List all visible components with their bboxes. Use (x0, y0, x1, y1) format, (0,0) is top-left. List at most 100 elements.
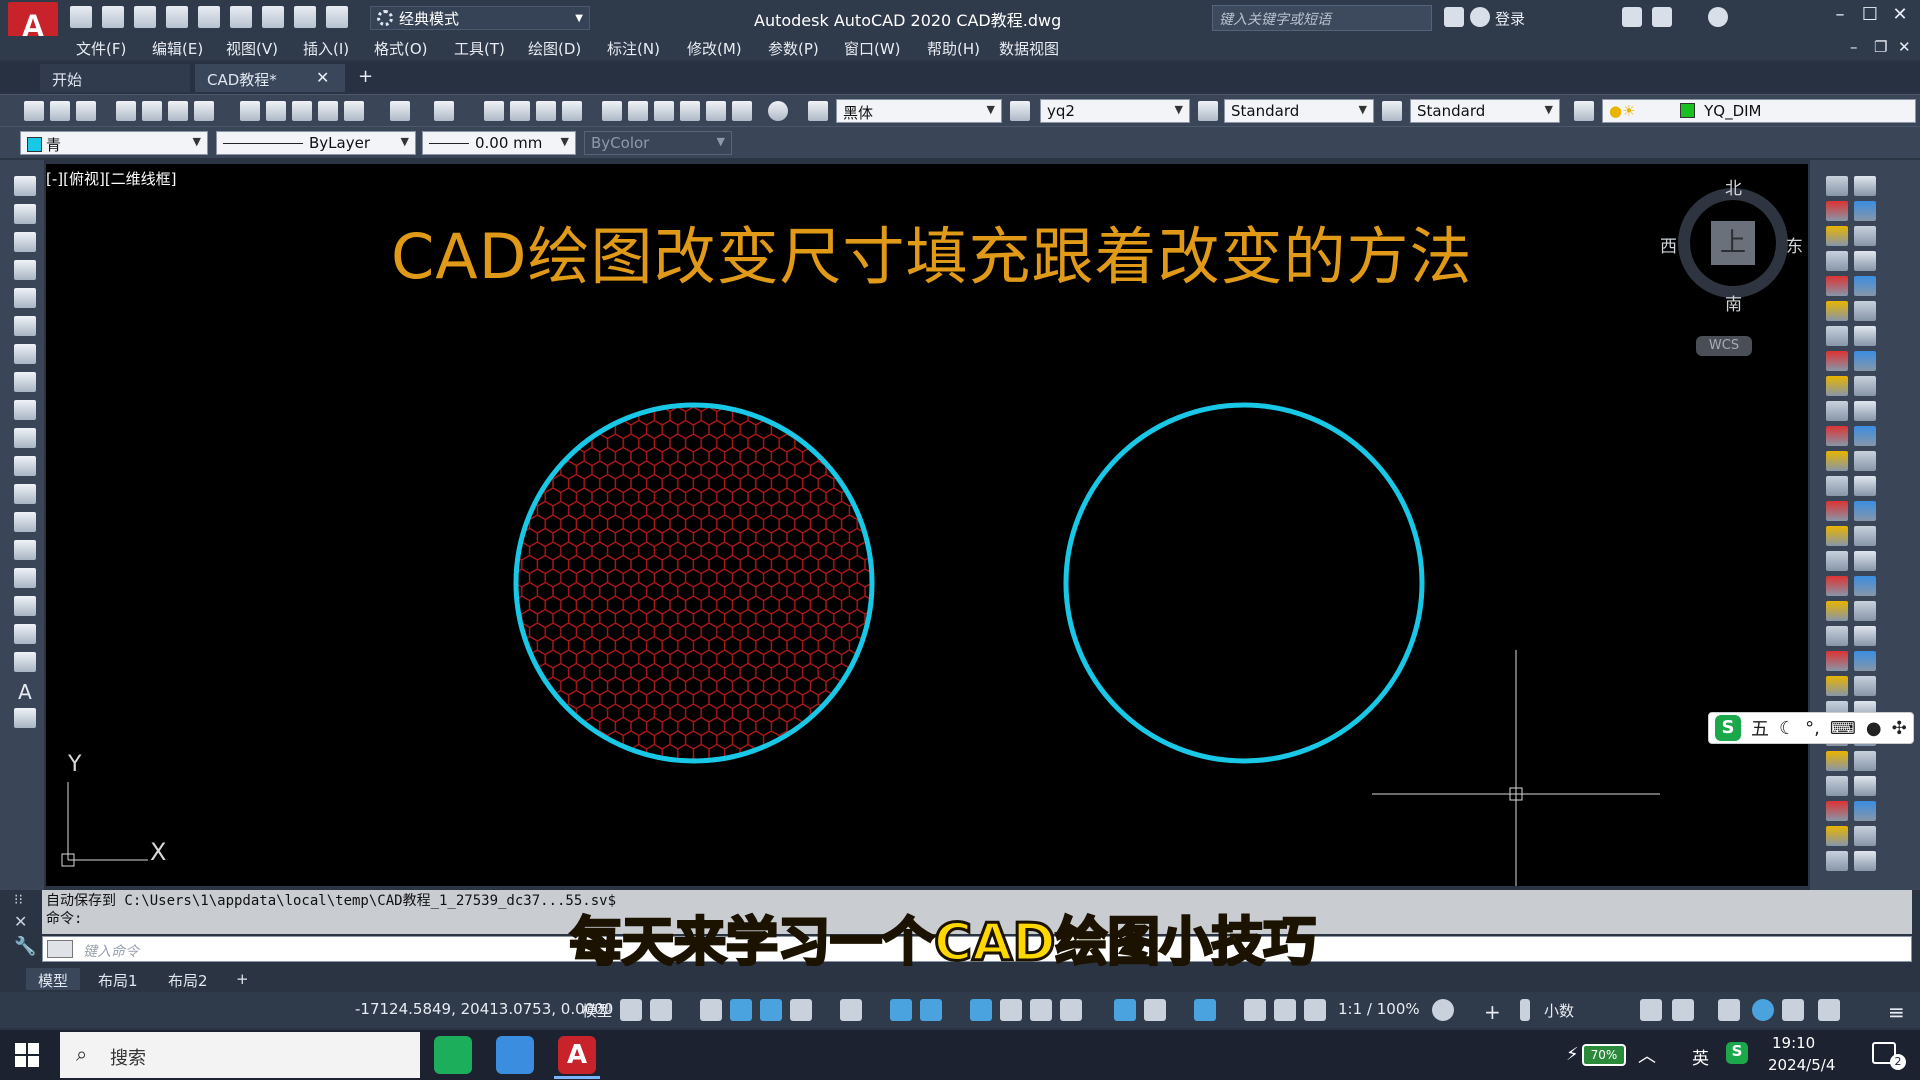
chamfer-icon[interactable] (1854, 326, 1876, 346)
cut-icon[interactable] (240, 101, 260, 121)
edit-polyline-icon[interactable] (1854, 376, 1876, 396)
coordinates-display[interactable]: -17124.5849, 20413.0753, 0.0000 (355, 1000, 613, 1018)
selection-filter-icon[interactable] (1144, 999, 1166, 1021)
auto-scale-icon[interactable] (1274, 999, 1296, 1021)
add-selected-icon[interactable] (14, 708, 36, 728)
tab-layout1[interactable]: 布局1 (86, 968, 150, 990)
compass-east[interactable]: 东 (1786, 232, 1803, 257)
blend-icon[interactable] (1854, 351, 1876, 371)
section-icon[interactable] (1826, 776, 1848, 796)
region-icon[interactable] (14, 624, 36, 644)
transparency-icon[interactable] (1000, 999, 1022, 1021)
plot-preview-icon[interactable] (230, 6, 252, 28)
ime-toolbar[interactable]: S 五 ☾ °, ⌨ ● ✣ (1708, 712, 1914, 744)
light-icon[interactable] (1826, 826, 1848, 846)
save-icon[interactable] (134, 6, 156, 28)
area-icon[interactable] (1854, 601, 1876, 621)
lock-ui-icon[interactable] (1672, 999, 1694, 1021)
model-space-toggle[interactable]: 模型 (582, 1000, 612, 1021)
close-icon[interactable]: ✕ (316, 68, 329, 87)
menu-parametric[interactable]: 参数(P) (768, 38, 819, 59)
loft-icon[interactable] (1826, 751, 1848, 771)
region-icon[interactable] (1854, 651, 1876, 671)
drawing-canvas[interactable]: [-][俯视][二维线框] CAD绘图改变尺寸填充跟着改变的方法 Y X 上 北… (46, 164, 1808, 886)
mirror-icon[interactable] (1826, 201, 1848, 221)
ellipse-icon[interactable] (14, 428, 36, 448)
sheet-set-icon[interactable] (680, 101, 700, 121)
distance-icon[interactable] (1826, 651, 1848, 671)
menu-window[interactable]: 窗口(W) (844, 38, 901, 59)
layer-icon[interactable] (1826, 451, 1848, 471)
zoom-previous-icon[interactable] (562, 101, 582, 121)
punctuation-icon[interactable]: °, (1805, 718, 1820, 739)
new-file-icon[interactable] (70, 6, 92, 28)
copy-icon[interactable] (1854, 176, 1876, 196)
audit-icon[interactable] (1854, 476, 1876, 496)
edit-hatch-icon[interactable] (1854, 401, 1876, 421)
menu-file[interactable]: 文件(F) (76, 38, 126, 59)
hatch-icon[interactable] (14, 568, 36, 588)
help-icon[interactable] (768, 101, 788, 121)
selection-cycling-icon[interactable] (1030, 999, 1052, 1021)
viewcube-top-face[interactable]: 上 (1711, 221, 1755, 265)
quick-select-icon[interactable] (1854, 576, 1876, 596)
tool-palettes-icon[interactable] (654, 101, 674, 121)
apps-icon[interactable]: ✣ (1892, 718, 1907, 739)
polyline-icon[interactable] (14, 232, 36, 252)
menu-data-view[interactable]: 数据视图 (999, 38, 1059, 59)
chevron-up-icon[interactable]: ︿ (1638, 1042, 1656, 1068)
annotation-scale-select[interactable]: 1:1 / 100% (1338, 1000, 1420, 1018)
scale-icon[interactable] (1854, 251, 1876, 271)
menu-insert[interactable]: 插入(I) (303, 38, 349, 59)
menu-format[interactable]: 格式(O) (374, 38, 428, 59)
color-select[interactable]: 青 ▼ (20, 131, 208, 155)
compass-north[interactable]: 北 (1725, 174, 1742, 199)
menu-view[interactable]: 视图(V) (226, 38, 278, 59)
markup-icon[interactable] (706, 101, 726, 121)
arc-icon[interactable] (14, 316, 36, 336)
walk-icon[interactable] (1854, 851, 1876, 871)
light-bulb-icon[interactable]: ●☀ (1609, 102, 1636, 120)
cart-icon[interactable] (1622, 7, 1642, 27)
doc-minimize-button[interactable]: – (1850, 38, 1858, 56)
slice-icon[interactable] (1854, 751, 1876, 771)
stretch-icon[interactable] (1826, 276, 1848, 296)
add-tab-button[interactable]: + (358, 66, 373, 87)
table-style-icon[interactable] (1198, 101, 1218, 121)
dynamic-ucs-icon[interactable] (1114, 999, 1136, 1021)
preview-icon[interactable] (142, 101, 162, 121)
publish-icon[interactable] (198, 6, 220, 28)
ime-mode[interactable]: 五 (1751, 715, 1769, 741)
purge-icon[interactable] (1826, 476, 1848, 496)
multiline-text-icon[interactable]: A (14, 680, 36, 704)
command-grip-icon[interactable]: ⁝⁝ (14, 892, 23, 908)
battery-indicator[interactable]: 70% (1582, 1044, 1626, 1066)
autocad-app-icon[interactable]: A (558, 1036, 596, 1074)
zoom-window-icon[interactable] (536, 101, 556, 121)
layer-select[interactable]: ●☀ YQ_DIM (1602, 99, 1916, 123)
close-icon[interactable]: ✕ (14, 912, 27, 931)
print-icon[interactable] (262, 6, 284, 28)
infer-constraints-icon[interactable] (700, 999, 722, 1021)
break-icon[interactable] (1854, 301, 1876, 321)
subtract-icon[interactable] (1854, 676, 1876, 696)
table-icon[interactable] (1826, 576, 1848, 596)
make-block-icon[interactable] (14, 512, 36, 532)
polar-icon[interactable] (790, 999, 812, 1021)
array-icon[interactable] (1826, 226, 1848, 246)
menu-tools[interactable]: 工具(T) (454, 38, 505, 59)
menu-help[interactable]: 帮助(H) (927, 38, 980, 59)
edit-spline-icon[interactable] (1826, 401, 1848, 421)
menu-edit[interactable]: 编辑(E) (152, 38, 203, 59)
paste-icon[interactable] (292, 101, 312, 121)
empty-circle[interactable] (1063, 402, 1425, 764)
command-history-dropdown[interactable] (47, 940, 73, 958)
field-icon[interactable] (1854, 551, 1876, 571)
wechat-app-icon[interactable] (434, 1036, 472, 1074)
wrench-icon[interactable]: 🔧 (14, 936, 36, 957)
multileader-style-select[interactable]: Standard ▼ (1410, 99, 1560, 123)
design-center-icon[interactable] (628, 101, 648, 121)
rotate-icon[interactable] (1826, 251, 1848, 271)
help-search-input[interactable]: 键入关键字或短语 (1212, 5, 1432, 31)
isodraft-icon[interactable] (840, 999, 862, 1021)
